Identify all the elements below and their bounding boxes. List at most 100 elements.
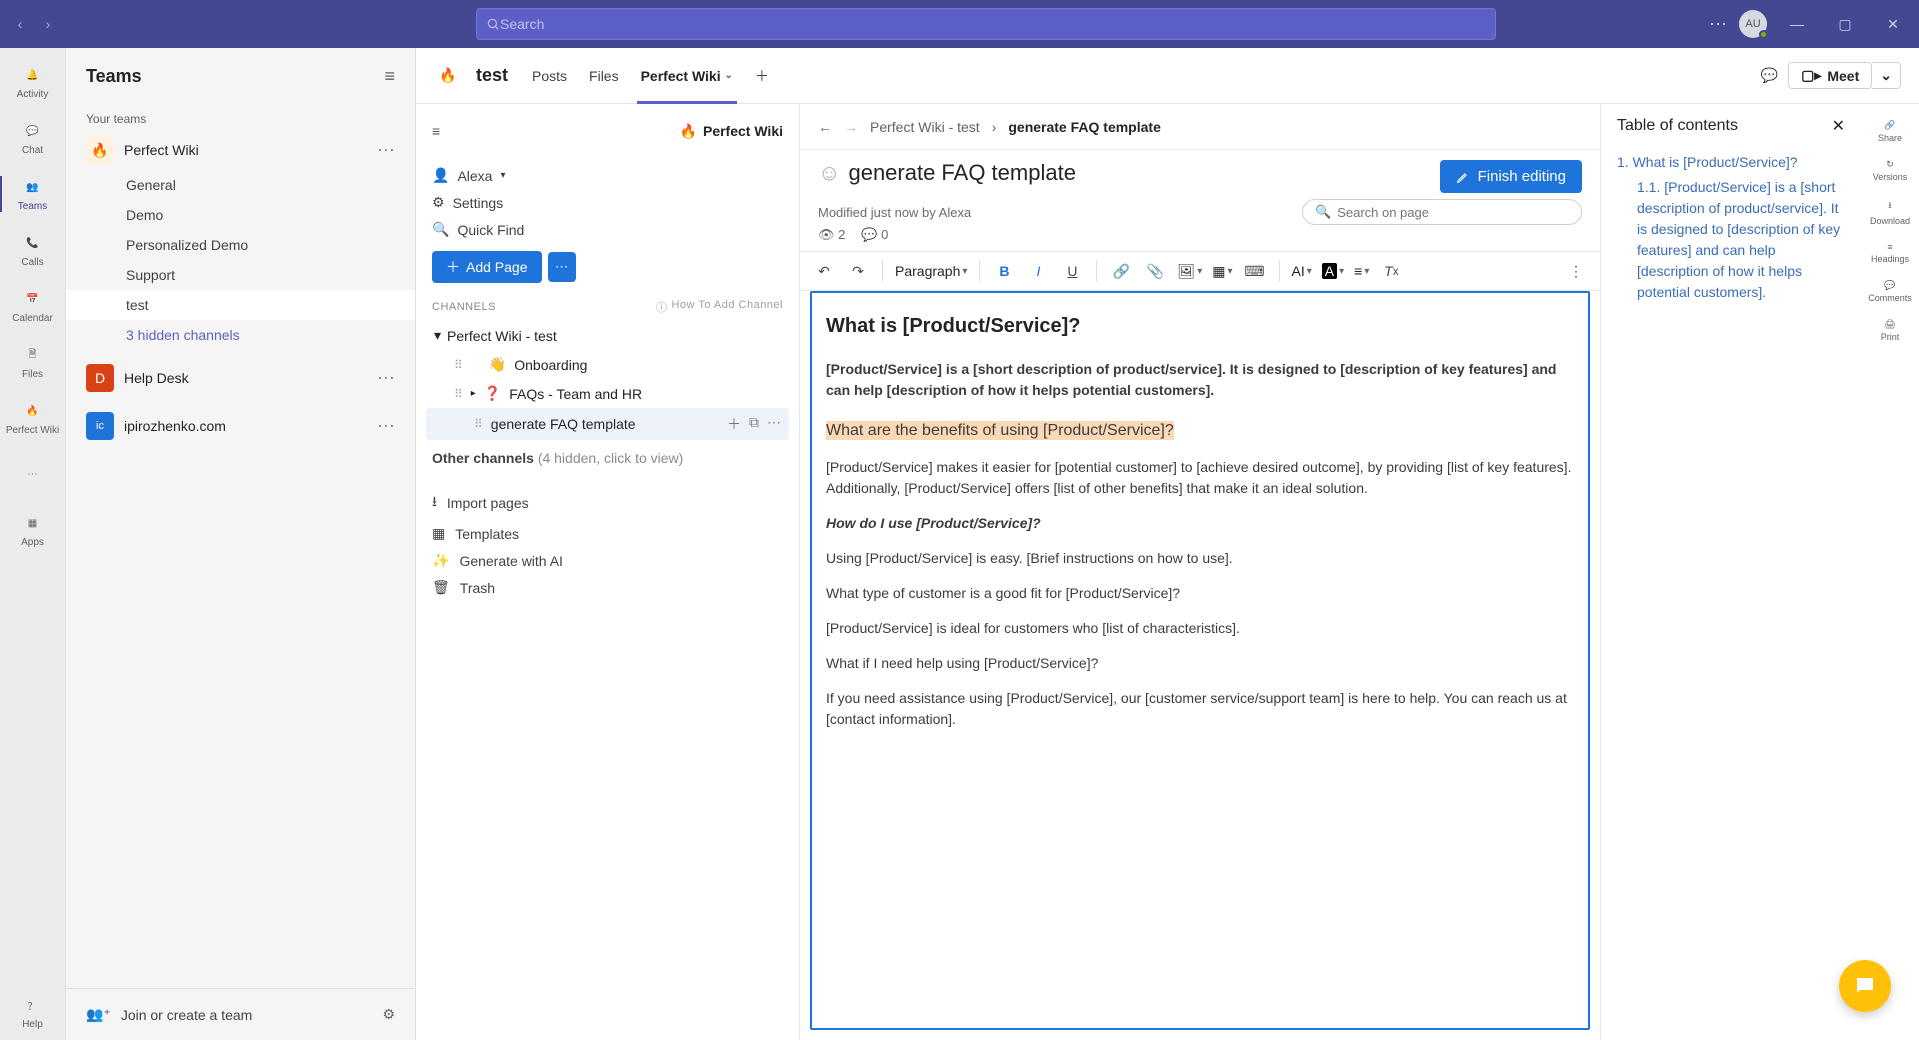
rail-help[interactable]: ？Help (0, 984, 65, 1040)
link-button[interactable]: 🔗 (1107, 257, 1135, 285)
meet-dropdown[interactable]: ⌄ (1872, 62, 1901, 89)
italic-button[interactable]: I (1024, 257, 1052, 285)
toc-link[interactable]: 1.1. [Product/Service] is a [short descr… (1617, 175, 1845, 305)
table-button[interactable]: ▦▾ (1210, 263, 1234, 280)
more-icon[interactable]: ⋯ (1709, 14, 1727, 35)
generate-ai-link[interactable]: ✨Generate with AI (432, 547, 783, 574)
rail-apps[interactable]: ▦Apps (0, 502, 65, 558)
quick-find-link[interactable]: 🔍Quick Find (432, 216, 783, 243)
rail-activity[interactable]: 🔔Activity (0, 54, 65, 110)
toc-link[interactable]: 1. What is [Product/Service]? (1617, 150, 1845, 175)
image-button[interactable]: 🖼▾ (1175, 263, 1204, 280)
team-row-help-desk[interactable]: D Help Desk ⋯ (66, 358, 415, 398)
headings-button[interactable]: ≡Headings (1861, 236, 1919, 270)
tab-posts[interactable]: Posts (528, 48, 571, 103)
versions-button[interactable]: ↻Versions (1861, 153, 1919, 188)
rail-more[interactable]: ⋯ (0, 446, 65, 502)
other-channels-link[interactable]: Other channels (4 hidden, click to view) (416, 442, 799, 474)
channel-demo[interactable]: Demo (66, 200, 415, 230)
doc-heading-1[interactable]: What is [Product/Service]? (826, 311, 1574, 341)
add-tab-button[interactable]: ＋ (751, 48, 773, 103)
avatar[interactable]: AU (1739, 10, 1767, 38)
channel-group[interactable]: ▾Perfect Wiki - test (426, 321, 789, 350)
support-chat-button[interactable] (1839, 960, 1891, 1012)
undo-button[interactable]: ↶ (810, 257, 838, 285)
doc-heading-2[interactable]: What are the benefits of using [Product/… (826, 421, 1174, 440)
team-row-perfect-wiki[interactable]: 🔥 Perfect Wiki ⋯ (66, 130, 415, 170)
templates-link[interactable]: ▦Templates (432, 520, 783, 547)
doc-paragraph[interactable]: If you need assistance using [Product/Se… (826, 688, 1574, 730)
meet-button[interactable]: ▢▸Meet (1788, 62, 1872, 89)
forward-button[interactable]: › (36, 12, 60, 36)
download-button[interactable]: ⭳Download (1861, 192, 1919, 232)
comments-button[interactable]: 💬Comments (1861, 274, 1919, 309)
code-block-button[interactable]: ⌨ (1241, 257, 1269, 285)
paragraph-style-select[interactable]: Paragraph▾ (893, 263, 969, 279)
channel-test[interactable]: test (66, 290, 415, 320)
ai-button[interactable]: AI▾ (1290, 263, 1314, 279)
add-page-button[interactable]: ＋ Add Page (432, 251, 542, 283)
doc-heading-4[interactable]: What type of customer is a good fit for … (826, 583, 1574, 604)
channel-personalized-demo[interactable]: Personalized Demo (66, 230, 415, 260)
rail-teams[interactable]: 👥Teams (0, 166, 65, 222)
channel-general[interactable]: General (66, 170, 415, 200)
drag-handle-icon[interactable]: ⠿ (454, 358, 463, 372)
user-menu[interactable]: 👤Alexa ▾ (432, 162, 783, 189)
bold-button[interactable]: B (990, 257, 1018, 285)
page-generate-faq[interactable]: ⠿ generate FAQ template ＋ ⧉ ⋯ (426, 408, 789, 440)
clear-format-button[interactable]: Tx (1377, 257, 1405, 285)
join-team-link[interactable]: Join or create a team (121, 1007, 253, 1023)
chevron-right-icon[interactable]: ▸ (471, 388, 476, 399)
filter-icon[interactable]: ≡ (384, 66, 395, 87)
tab-perfect-wiki[interactable]: Perfect Wiki ⌄ (637, 48, 737, 103)
rail-chat[interactable]: 💬Chat (0, 110, 65, 166)
add-subpage-icon[interactable]: ＋ (727, 414, 741, 434)
rail-calendar[interactable]: 📅Calendar (0, 278, 65, 334)
maximize-button[interactable]: ▢ (1827, 6, 1863, 42)
how-to-add-channel-link[interactable]: ⓘ How To Add Channel (656, 299, 783, 315)
page-faqs[interactable]: ⠿▸❓FAQs - Team and HR (426, 379, 789, 408)
close-button[interactable]: ✕ (1875, 6, 1911, 42)
doc-heading-5[interactable]: What if I need help using [Product/Servi… (826, 653, 1574, 674)
rail-calls[interactable]: 📞Calls (0, 222, 65, 278)
align-button[interactable]: ≡▾ (1352, 263, 1371, 279)
team-more-icon[interactable]: ⋯ (377, 140, 395, 161)
doc-heading-3[interactable]: How do I use [Product/Service]? (826, 513, 1574, 534)
document-editor[interactable]: What is [Product/Service]? [Product/Serv… (810, 291, 1590, 1030)
minimize-button[interactable]: — (1779, 6, 1815, 42)
nav-forward-icon[interactable]: → (844, 119, 858, 135)
toc-close-button[interactable]: ✕ (1832, 116, 1845, 136)
page-more-icon[interactable]: ⋯ (767, 414, 781, 434)
print-button[interactable]: 🖨Print (1861, 313, 1919, 348)
rail-files[interactable]: 🗎Files (0, 334, 65, 390)
settings-link[interactable]: ⚙Settings (432, 189, 783, 216)
underline-button[interactable]: U (1058, 257, 1086, 285)
search-on-page[interactable]: 🔍 (1302, 199, 1582, 225)
drag-handle-icon[interactable]: ⠿ (474, 417, 483, 431)
hidden-channels-link[interactable]: 3 hidden channels (66, 320, 415, 350)
trash-link[interactable]: 🗑Trash (432, 574, 783, 601)
search-on-page-input[interactable] (1337, 205, 1569, 220)
global-search[interactable] (476, 8, 1496, 40)
redo-button[interactable]: ↷ (844, 257, 872, 285)
share-button[interactable]: 🔗Share (1861, 114, 1919, 149)
add-page-more-button[interactable]: ⋯ (548, 252, 576, 282)
copy-icon[interactable]: ⧉ (749, 414, 759, 434)
toolbar-more-button[interactable]: ⋮ (1562, 257, 1590, 285)
text-color-button[interactable]: A▾ (1320, 263, 1346, 279)
finish-editing-button[interactable]: Finish editing (1440, 160, 1582, 193)
emoji-picker-icon[interactable]: ☺ (818, 160, 840, 186)
rail-perfect-wiki[interactable]: 🔥Perfect Wiki (0, 390, 65, 446)
crumb-root[interactable]: Perfect Wiki - test (870, 119, 980, 135)
doc-paragraph[interactable]: [Product/Service] makes it easier for [p… (826, 457, 1574, 499)
doc-paragraph[interactable]: [Product/Service] is ideal for customers… (826, 618, 1574, 639)
team-more-icon[interactable]: ⋯ (377, 416, 395, 437)
back-button[interactable]: ‹ (8, 12, 32, 36)
gear-icon[interactable]: ⚙ (382, 1006, 395, 1023)
team-row-ipirozhenko[interactable]: ic ipirozhenko.com ⋯ (66, 406, 415, 446)
channel-support[interactable]: Support (66, 260, 415, 290)
conversation-icon[interactable]: 💬 (1761, 67, 1778, 84)
page-onboarding[interactable]: ⠿👋Onboarding (426, 350, 789, 379)
collapse-icon[interactable]: ≡ (432, 123, 440, 139)
drag-handle-icon[interactable]: ⠿ (454, 387, 463, 401)
